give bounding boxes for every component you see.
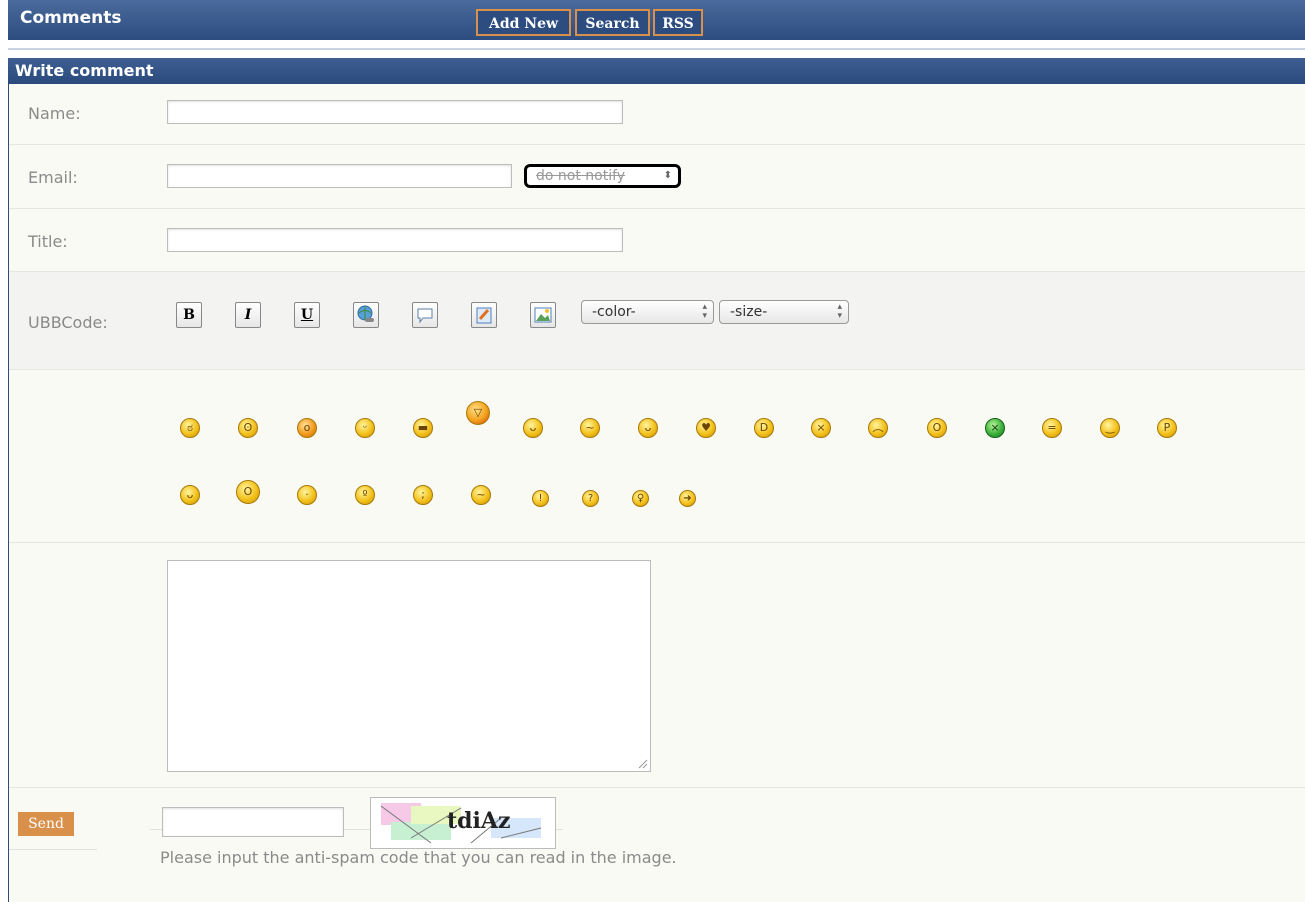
idea-icon[interactable]: ♀ [632,490,649,507]
size-select-value: -size- [730,304,768,320]
smile-emoticon-icon[interactable]: ‿ [1100,418,1120,438]
sick-emoticon-icon[interactable]: × [985,418,1005,438]
email-label: Email: [28,168,78,187]
code-button[interactable] [471,302,497,328]
kiss-emoticon-icon[interactable]: ♥ [696,418,716,438]
email-row: Email: do not notify ⬍ [9,145,1305,209]
globe-link-icon [357,305,374,322]
name-row: Name: [9,84,1305,145]
captcha-input[interactable] [162,807,344,837]
image-icon [534,307,552,323]
arrow-icon[interactable]: ➜ [679,490,696,507]
resize-grip-icon[interactable] [636,757,648,769]
size-select[interactable]: -size- ▴ ▾ [719,300,849,324]
ubb-label: UBBCode: [28,313,108,332]
italic-button[interactable]: I [235,302,261,328]
select-arrows-icon: ⬍ [663,170,672,181]
color-select-value: -color- [592,304,636,320]
captcha-text: tdiAz [447,808,511,834]
send-button[interactable]: Send [18,812,74,836]
title-input[interactable] [167,228,623,252]
notify-select[interactable]: do not notify ⬍ [524,164,681,188]
name-label: Name: [28,104,81,123]
worried-emoticon-icon[interactable]: ~ [471,485,491,505]
angry-emoticon-icon[interactable]: ಠ [180,418,200,438]
page-title: Comments [20,8,122,28]
smirk-emoticon-icon[interactable]: ᴗ [180,485,200,505]
neutral-emoticon-icon[interactable]: = [1042,418,1062,438]
name-input[interactable] [167,100,623,124]
grin-emoticon-icon[interactable]: ᴗ [638,418,658,438]
emoticons-row [9,370,1305,543]
divider [9,849,97,850]
rss-button[interactable]: RSS [653,9,703,36]
title-row: Title: [9,209,1305,272]
link-button[interactable] [353,302,379,328]
image-button[interactable] [530,302,556,328]
section-header: Write comment [8,58,1305,84]
email-input[interactable] [167,164,512,188]
blush-emoticon-icon[interactable]: o [297,418,317,438]
quote-button[interactable] [412,302,438,328]
happy-emoticon-icon[interactable]: ᵕ [355,418,375,438]
tongue-emoticon-icon[interactable]: P [1157,418,1177,438]
header-divider [8,40,1305,50]
add-new-button[interactable]: Add New [476,9,571,36]
send-row [9,788,1305,902]
message-textarea[interactable] [167,560,651,772]
select-arrows-icon: ▴ ▾ [702,302,707,321]
devil-emoticon-icon[interactable]: ▽ [466,401,490,425]
select-arrows-icon: ▴ ▾ [837,302,842,321]
question-icon[interactable]: ? [582,490,599,507]
search-button[interactable]: Search [575,9,650,36]
speech-bubble-icon [417,308,433,324]
captcha-hint: Please input the anti-spam code that you… [160,848,677,867]
wink-emoticon-icon[interactable]: ; [413,485,433,505]
exclamation-icon[interactable]: ! [532,490,549,507]
cool-emoticon-icon[interactable]: ▬ [413,418,433,438]
edit-document-icon [476,307,492,324]
sleepy-emoticon-icon[interactable]: ᴗ [523,418,543,438]
surprised-emoticon-icon[interactable]: O [927,418,947,438]
sad-emoticon-icon[interactable]: ︵ [868,418,888,438]
shocked-emoticon-icon[interactable]: O [236,480,260,504]
dizzy-emoticon-icon[interactable]: × [811,418,831,438]
notify-select-value: do not notify [536,168,626,184]
underline-button[interactable]: U [294,302,320,328]
title-label: Title: [28,232,68,251]
laugh-emoticon-icon[interactable]: D [754,418,774,438]
confused-emoticon-icon[interactable]: ~ [580,418,600,438]
thinking-emoticon-icon[interactable]: · [297,485,317,505]
blank-stare-emoticon-icon[interactable]: ʘ [238,418,258,438]
captcha-image: tdiAz [370,797,556,849]
header-bar: Comments Add New Search RSS [8,0,1305,40]
rolleyes-emoticon-icon[interactable]: º [355,485,375,505]
bold-button[interactable]: B [176,302,202,328]
section-title: Write comment [15,61,154,80]
color-select[interactable]: -color- ▴ ▾ [581,300,714,324]
